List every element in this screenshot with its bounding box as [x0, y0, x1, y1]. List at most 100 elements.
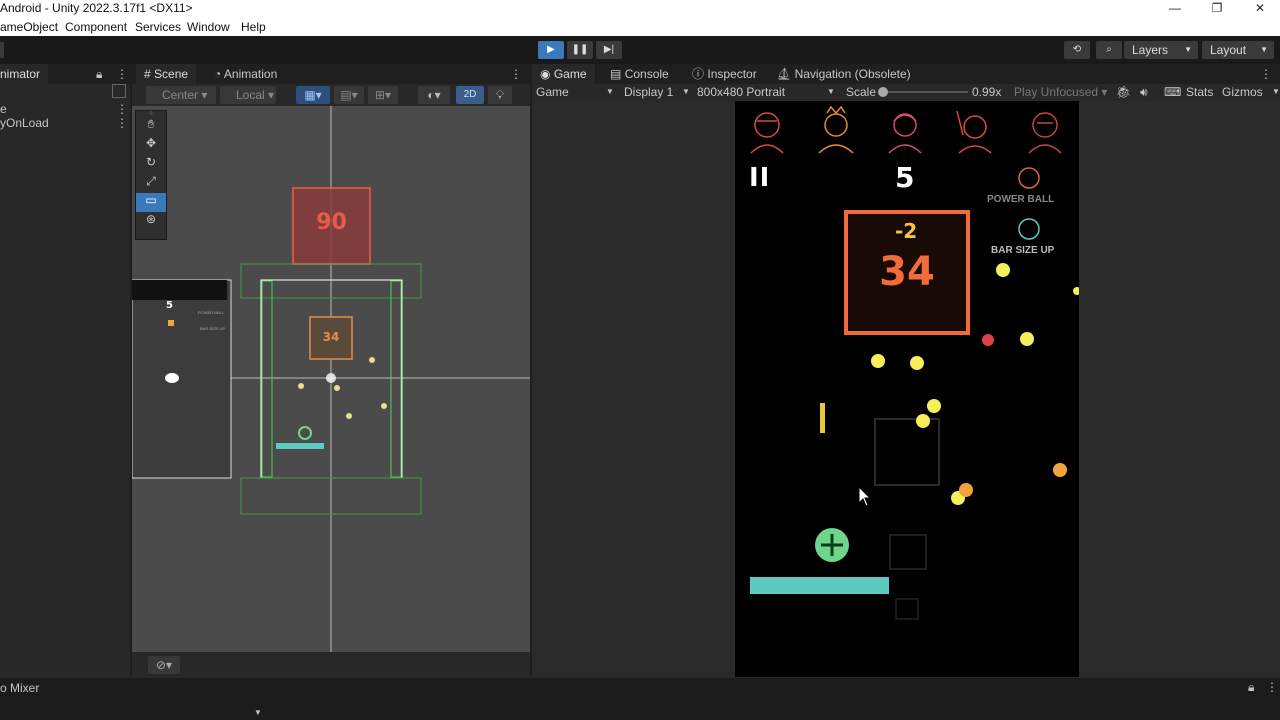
scene-ball[interactable]: [381, 403, 387, 409]
2d-toggle[interactable]: 2D: [456, 86, 484, 104]
tab-game[interactable]: ◉ Game: [532, 64, 595, 84]
space-label: Local: [236, 88, 265, 102]
scene-powerup[interactable]: [298, 426, 312, 440]
tab-animator[interactable]: nimator: [0, 64, 49, 84]
display-dropdown[interactable]: Display 1 ▼: [624, 82, 690, 102]
scene-ball[interactable]: [334, 385, 340, 391]
more-icon[interactable]: ⋮: [116, 102, 128, 116]
search-icon[interactable]: ⌕: [1096, 41, 1122, 59]
scene-ball[interactable]: [298, 383, 304, 389]
layout-dropdown[interactable]: Layout ▼: [1202, 41, 1274, 59]
tab-game-label: Game: [553, 67, 587, 81]
speaker-icon[interactable]: 🔊︎: [1140, 82, 1148, 102]
hierarchy-row[interactable]: e: [0, 102, 7, 116]
draw-mode-button[interactable]: ◐▾: [418, 86, 450, 104]
play-mode-dropdown[interactable]: Play Unfocused ▾: [1014, 82, 1107, 102]
info-icon: ⓘ: [692, 67, 705, 81]
tab-inspector[interactable]: ⓘ Inspector: [684, 64, 765, 84]
display-mode-label: Game: [536, 85, 569, 99]
star-icon: [1018, 167, 1040, 189]
avatar-icon[interactable]: [888, 113, 922, 154]
bug-icon[interactable]: 🐞︎: [1116, 82, 1131, 102]
more-icon[interactable]: ⋮: [116, 67, 128, 81]
ghost-block: [889, 534, 927, 570]
chevron-down-icon: ▼: [827, 87, 835, 96]
more-icon[interactable]: ⋮: [116, 116, 128, 130]
menu-services[interactable]: Services: [135, 20, 181, 34]
scale-slider-handle[interactable]: [878, 87, 888, 97]
navigation-icon: ⛵︎: [776, 67, 792, 81]
scene-ball[interactable]: [369, 357, 375, 363]
hierarchy-tabbar: nimator 🔒︎ ⋮: [0, 64, 130, 84]
chevron-down-icon[interactable]: ▼: [254, 708, 262, 717]
orientation-icon[interactable]: ⊘▾: [148, 656, 180, 674]
tab-scene[interactable]: # Scene: [136, 64, 197, 84]
scene-ball[interactable]: [326, 373, 336, 383]
layers-dropdown[interactable]: Layers ▼: [1124, 41, 1198, 59]
game-screen[interactable]: II 5 POWER BALL BAR SIZE UP 34 -2: [735, 101, 1079, 677]
menu-component[interactable]: Component: [65, 20, 127, 34]
display-mode-dropdown[interactable]: Game ▼: [536, 82, 614, 102]
tab-console[interactable]: ▤ Console: [602, 64, 677, 84]
grid-snap-button[interactable]: ▦▾: [296, 86, 330, 104]
step-button[interactable]: ▶|: [596, 41, 622, 59]
close-button[interactable]: ✕: [1240, 0, 1280, 18]
chevron-down-icon[interactable]: ▼: [1272, 82, 1280, 102]
tab-animation[interactable]: ◔ Animation: [206, 64, 285, 84]
scene-wall-left: [261, 280, 273, 478]
scene-wall-right: [390, 280, 402, 478]
bar-size-up-label: BAR SIZE UP: [991, 245, 1055, 256]
scale-slider[interactable]: [878, 87, 968, 97]
grid-icon: #: [144, 67, 151, 81]
scene-paddle[interactable]: [276, 443, 324, 449]
grid-toggle-button[interactable]: ▤▾: [334, 86, 364, 104]
account-button[interactable]: [0, 42, 4, 58]
game-toolbar: Game ▼ Display 1 ▼ 800x480 Portrait ▼ Scale…: [532, 84, 1280, 101]
game-tabbar: ◉ Game ▤ Console ⓘ Inspector ⛵︎ Navigati…: [532, 64, 1280, 84]
keyboard-icon[interactable]: ⌨: [1164, 82, 1181, 102]
stats-toggle[interactable]: Stats: [1186, 82, 1213, 102]
gizmos-dropdown[interactable]: Gizmos: [1222, 82, 1263, 102]
pause-button[interactable]: ❚❚: [567, 41, 593, 59]
scene-viewport[interactable]: ≡ ✋︎ ✥ ↻ ⤢ ▭ ⊛ 90 34 5 POWER BALL BAR SI…: [132, 106, 530, 652]
lighting-icon[interactable]: 💡︎: [488, 86, 512, 104]
menu-gameobject[interactable]: ameObject: [0, 20, 58, 34]
pause-button[interactable]: II: [749, 163, 770, 193]
avatar-icon[interactable]: [956, 110, 992, 154]
view-options-icon[interactable]: [112, 84, 126, 98]
more-icon[interactable]: ⋮: [1260, 67, 1272, 81]
game-paddle[interactable]: [750, 577, 889, 594]
minimize-button[interactable]: —: [1155, 0, 1195, 18]
avatar-icon[interactable]: [818, 105, 854, 154]
power-ball: [959, 483, 973, 497]
scene-mini-power: POWER BALL: [198, 310, 225, 315]
scene-mini-score: 5: [166, 300, 173, 311]
pivot-dropdown[interactable]: Center ▾: [146, 86, 216, 104]
menu-window[interactable]: Window: [187, 20, 230, 34]
avatar-icon[interactable]: [1028, 112, 1062, 154]
menu-help[interactable]: Help: [241, 20, 266, 34]
hierarchy-panel: nimator 🔒︎ ⋮ e ⋮ yOnLoad ⋮: [0, 64, 130, 678]
history-icon[interactable]: ⟲: [1064, 41, 1090, 59]
space-dropdown[interactable]: Local ▾: [220, 86, 276, 104]
tab-console-label: Console: [624, 67, 669, 81]
layers-label: Layers: [1132, 43, 1169, 57]
falling-bar: [820, 403, 825, 433]
power-ball-label: POWER BALL: [987, 194, 1055, 205]
resolution-dropdown[interactable]: 800x480 Portrait ▼: [697, 82, 835, 102]
scene-ball[interactable]: [346, 413, 352, 419]
hierarchy-row[interactable]: yOnLoad: [0, 116, 49, 130]
tab-navigation[interactable]: ⛵︎ Navigation (Obsolete): [768, 64, 919, 84]
maximize-button[interactable]: ❐: [1197, 0, 1237, 18]
avatar-icon[interactable]: [750, 112, 784, 154]
lock-icon[interactable]: 🔒︎: [1248, 680, 1254, 695]
more-icon[interactable]: ⋮: [510, 67, 522, 81]
increment-snap-button[interactable]: ⊞▾: [368, 86, 398, 104]
lock-icon[interactable]: 🔒︎: [96, 67, 102, 82]
scene-overlay-bar: ⊘▾: [132, 654, 530, 678]
scene-block-top-value: 90: [316, 210, 347, 235]
play-button[interactable]: ▶: [538, 41, 564, 59]
game-viewport: II 5 POWER BALL BAR SIZE UP 34 -2: [532, 101, 1280, 677]
more-icon[interactable]: ⋮: [1266, 680, 1278, 694]
tab-audio-mixer[interactable]: o Mixer: [0, 681, 39, 695]
